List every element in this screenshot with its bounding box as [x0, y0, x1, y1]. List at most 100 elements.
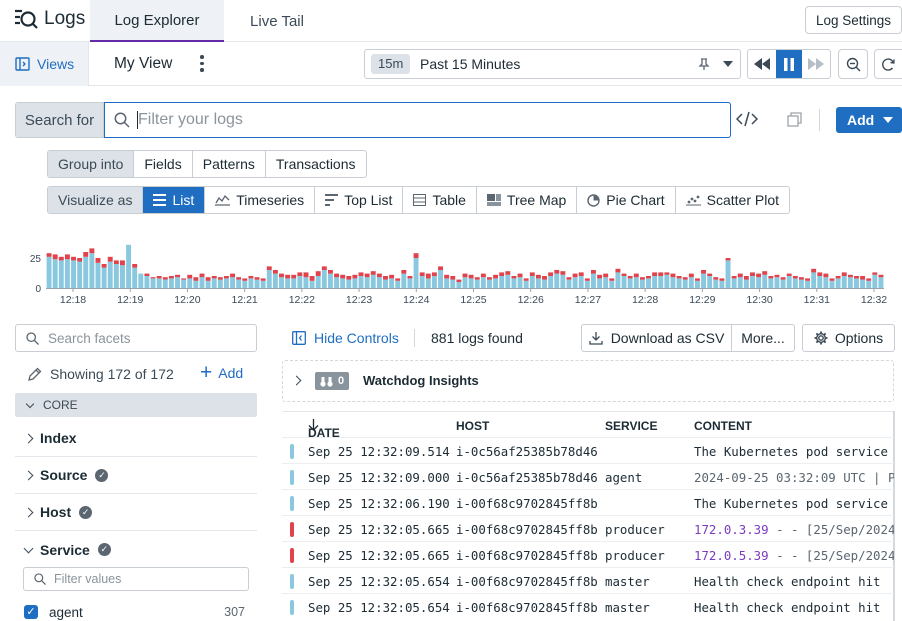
histogram-bar-info[interactable] [285, 278, 291, 288]
histogram-bar-error[interactable] [487, 277, 492, 280]
histogram-bar-error[interactable] [266, 266, 272, 270]
histogram-bar-info[interactable] [120, 265, 125, 288]
histogram-bar-error[interactable] [321, 266, 327, 270]
histogram-bar-info[interactable] [230, 277, 236, 288]
histogram-bar-info[interactable] [566, 279, 572, 288]
histogram-bar-error[interactable] [383, 276, 388, 280]
histogram-bar-error[interactable] [168, 276, 174, 279]
histogram-bar-info[interactable] [854, 278, 859, 288]
histogram-bar-error[interactable] [676, 276, 682, 279]
histogram-bar-error[interactable] [762, 271, 768, 275]
histogram-bar-error[interactable] [792, 276, 798, 279]
histogram-bar-info[interactable] [603, 277, 609, 288]
histogram-bar-info[interactable] [456, 282, 462, 288]
histogram-bar-error[interactable] [725, 258, 731, 261]
histogram-bar-error[interactable] [719, 278, 725, 281]
column-content[interactable]: CONTENT [694, 419, 752, 433]
histogram-bar-info[interactable] [364, 277, 370, 288]
rewind-icon[interactable] [748, 50, 776, 78]
histogram-bar-info[interactable] [431, 276, 437, 288]
histogram-bar-info[interactable] [474, 279, 480, 288]
histogram-bar-info[interactable] [95, 262, 101, 288]
log-histogram[interactable]: 25 0 12:18 12:19 12:20 12:21 12:22 12:23 12:24 12… [0, 236, 902, 308]
histogram-bar-info[interactable] [682, 279, 688, 288]
histogram-bar-error[interactable] [425, 273, 431, 279]
histogram-bar-error[interactable] [291, 274, 297, 279]
histogram-bar-info[interactable] [817, 276, 823, 288]
histogram-bar-info[interactable] [847, 277, 853, 288]
histogram-bar-info[interactable] [395, 280, 401, 288]
histogram-bar-error[interactable] [438, 266, 443, 270]
histogram-bar-info[interactable] [211, 278, 217, 288]
histogram-bar-info[interactable] [493, 278, 499, 288]
histogram-bar-error[interactable] [230, 273, 236, 278]
histogram-bar-info[interactable] [676, 278, 682, 288]
time-picker[interactable]: 15m Past 15 Minutes [364, 49, 741, 79]
search-field[interactable]: Filter your logs [104, 102, 731, 138]
histogram-bar-error[interactable] [646, 276, 651, 279]
histogram-bar-error[interactable] [309, 276, 315, 281]
histogram-bar-info[interactable] [462, 277, 468, 288]
histogram-bar-error[interactable] [444, 274, 450, 279]
histogram-bar-error[interactable] [144, 273, 150, 276]
histogram-bar-info[interactable] [107, 261, 113, 288]
histogram-bar-error[interactable] [866, 278, 872, 281]
histogram-bar-error[interactable] [682, 277, 688, 280]
pin-icon[interactable] [698, 58, 710, 71]
histogram-bar-error[interactable] [535, 274, 541, 279]
histogram-bar-info[interactable] [725, 260, 731, 288]
histogram-bar-error[interactable] [554, 270, 560, 274]
histogram-bar-info[interactable] [615, 272, 621, 288]
histogram-bar-error[interactable] [688, 273, 694, 278]
histogram-bar-error[interactable] [199, 273, 205, 278]
options-button[interactable]: Options [802, 324, 895, 352]
histogram-bar-info[interactable] [768, 278, 774, 288]
histogram-bar-error[interactable] [701, 270, 707, 274]
histogram-bar-error[interactable] [297, 272, 303, 276]
histogram-bar-error[interactable] [95, 258, 101, 263]
view-name[interactable]: My View [114, 55, 172, 73]
histogram-bar-error[interactable] [774, 274, 780, 278]
histogram-bar-error[interactable] [835, 276, 841, 279]
histogram-bar-error[interactable] [71, 256, 76, 261]
histogram-bar-info[interactable] [242, 280, 248, 288]
table-row[interactable]: Sep 25 12:32:05.665 i-00f68c9702845ff8b pr… [282, 515, 894, 541]
histogram-bar-error[interactable] [664, 272, 670, 275]
chevron-down-icon[interactable] [723, 61, 733, 67]
histogram-bar-info[interactable] [792, 278, 798, 288]
table-row[interactable]: Sep 25 12:32:09.000 i-0c56af25385b78d46 ag… [282, 463, 894, 489]
histogram-bar-error[interactable] [743, 276, 749, 280]
histogram-bar-error[interactable] [480, 273, 486, 278]
histogram-bar-info[interactable] [291, 278, 297, 288]
histogram-bar-error[interactable] [370, 271, 376, 275]
core-section-header[interactable]: CORE [15, 393, 257, 417]
histogram-bar-error[interactable] [603, 273, 609, 278]
histogram-bar-error[interactable] [505, 271, 511, 275]
add-button[interactable]: Add [836, 107, 902, 133]
histogram-bar-info[interactable] [444, 278, 450, 288]
checkbox-checked-icon[interactable]: ✓ [24, 605, 38, 619]
histogram-bar-error[interactable] [658, 272, 664, 276]
histogram-bar-info[interactable] [181, 279, 187, 288]
histogram-bar-error[interactable] [389, 274, 395, 279]
histogram-bar-error[interactable] [847, 274, 853, 278]
histogram-bar-error[interactable] [633, 273, 639, 278]
histogram-bar-error[interactable] [162, 277, 168, 280]
histogram-bar-info[interactable] [303, 277, 309, 288]
histogram-bar-error[interactable] [107, 256, 113, 262]
histogram-bar-info[interactable] [187, 278, 193, 288]
pause-icon[interactable] [776, 50, 802, 78]
histogram-bar-error[interactable] [572, 273, 578, 278]
table-row[interactable]: Sep 25 12:32:06.190 i-00f68c9702845ff8b Th… [282, 489, 894, 515]
histogram-bar-error[interactable] [639, 277, 645, 280]
log-settings-button[interactable]: Log Settings [805, 6, 902, 34]
histogram-bar-info[interactable] [652, 276, 658, 288]
histogram-bar-info[interactable] [694, 280, 700, 288]
histogram-bar-error[interactable] [474, 277, 480, 280]
histogram-bar-error[interactable] [878, 274, 884, 278]
viz-option-top-list[interactable]: Top List [315, 187, 404, 213]
column-service[interactable]: SERVICE [605, 419, 657, 433]
histogram-bar-info[interactable] [309, 280, 315, 288]
histogram-bar-info[interactable] [334, 277, 340, 288]
histogram-bar-error[interactable] [132, 264, 138, 268]
